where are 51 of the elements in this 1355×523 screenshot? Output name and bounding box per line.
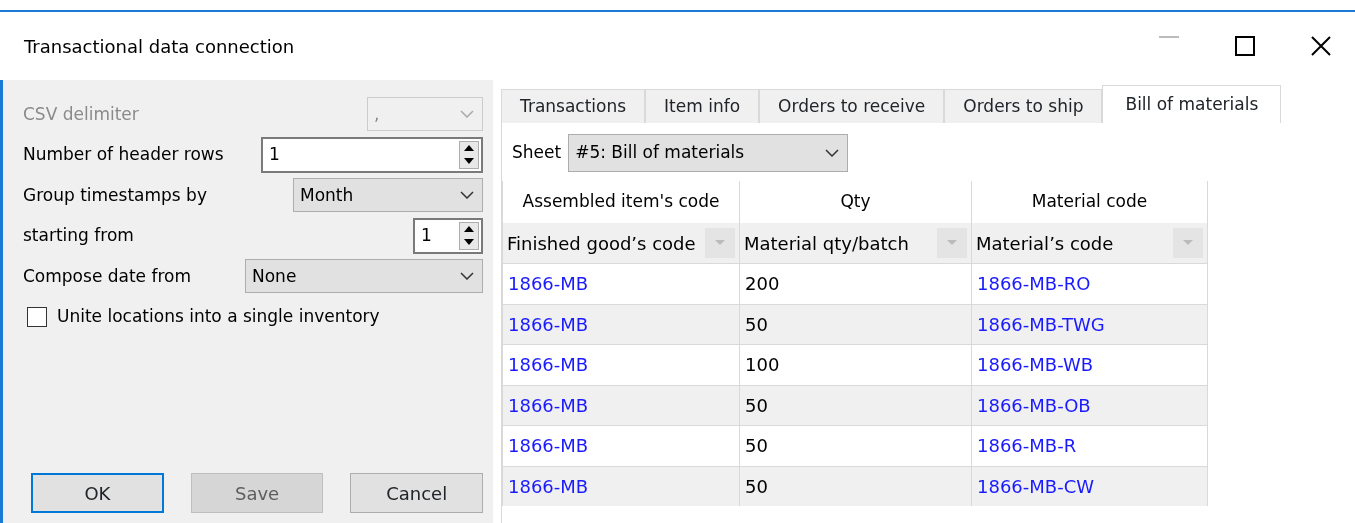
source-column-dropdown[interactable]: Finished good’s code (502, 223, 739, 263)
table-cell: 1866-MB (502, 344, 739, 385)
field-label: Group timestamps by (23, 183, 207, 207)
close-icon[interactable] (1311, 36, 1331, 56)
source-column-dropdown[interactable]: Material qty/batch (739, 223, 971, 263)
up-arrow-icon[interactable] (464, 226, 474, 233)
table-cell: 50 (739, 303, 971, 344)
tab[interactable]: Orders to receive (759, 89, 945, 123)
field-label: CSV delimiter (23, 102, 139, 126)
table-cell: 100 (739, 344, 971, 385)
tab[interactable]: Transactions (501, 89, 646, 123)
maximize-icon[interactable] (1235, 36, 1255, 56)
dialog-button[interactable]: OK (31, 473, 164, 513)
down-arrow-icon[interactable] (464, 239, 474, 246)
table-cell: 1866-MB-TWG (971, 303, 1207, 344)
table-cell: 1866-MB-RO (971, 263, 1207, 304)
field-label: Compose date from (23, 264, 192, 288)
dropdown[interactable]: Month (293, 178, 483, 213)
table-cell: 1866-MB (502, 303, 739, 344)
sheet-label: Sheet (512, 141, 562, 165)
table-cell: 1866-MB-CW (971, 465, 1207, 506)
dropdown[interactable]: None (245, 259, 483, 294)
table-cell: 200 (739, 263, 971, 304)
table-cell: 1866-MB-R (971, 425, 1207, 466)
chevron-down-icon[interactable] (460, 191, 474, 200)
checkbox-label: Unite locations into a single inventory (57, 305, 380, 328)
field-label: Number of header rows (23, 143, 224, 166)
spin-field[interactable]: 1 (261, 136, 483, 173)
dialog-button[interactable]: Cancel (350, 473, 483, 513)
table-cell: 1866-MB-WB (971, 344, 1207, 385)
table-cell: 1866-MB (502, 384, 739, 425)
source-column-dropdown[interactable]: Material’s code (971, 223, 1207, 263)
chevron-down-icon[interactable] (460, 272, 474, 281)
tab[interactable]: Item info (645, 89, 760, 123)
table-cell: 1866-MB-OB (971, 384, 1207, 425)
tab[interactable]: Orders to ship (944, 89, 1103, 123)
spin-field[interactable]: 1 (413, 217, 483, 254)
tab[interactable]: Bill of materials (1102, 85, 1282, 123)
sheet-dropdown[interactable]: #5: Bill of materials (568, 134, 849, 172)
table-cell: 50 (739, 465, 971, 506)
down-arrow-icon[interactable] (464, 158, 474, 165)
table-cell: 50 (739, 384, 971, 425)
checkbox[interactable] (27, 306, 47, 327)
chevron-down-icon[interactable] (825, 149, 840, 157)
window-title: Transactional data connection (24, 34, 295, 59)
field-label: starting from (23, 224, 134, 247)
table-cell: 50 (739, 425, 971, 466)
table-cell: 1866-MB (502, 263, 739, 304)
up-arrow-icon[interactable] (464, 145, 474, 152)
table-cell: 1866-MB (502, 465, 739, 506)
table-cell: 1866-MB (502, 425, 739, 466)
